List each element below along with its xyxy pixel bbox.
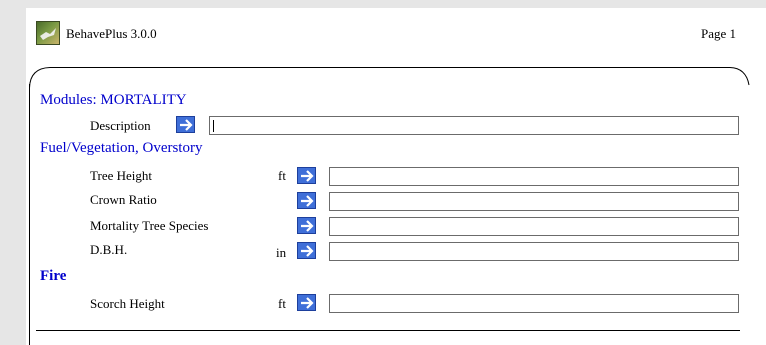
app-title: BehavePlus 3.0.0: [66, 26, 157, 41]
crown-ratio-input-button[interactable]: [297, 192, 316, 209]
dbh-input-button[interactable]: [297, 242, 316, 259]
page-frame: [29, 67, 750, 89]
scorch-height-units: ft: [278, 296, 286, 311]
scorch-height-input-button[interactable]: [297, 294, 316, 311]
mortality-tree-species-field[interactable]: [329, 217, 739, 236]
dbh-label: D.B.H.: [90, 242, 128, 257]
tree-height-units: ft: [278, 168, 286, 183]
description-field[interactable]: [209, 116, 739, 135]
tree-height-input-button[interactable]: [297, 167, 316, 184]
arrow-right-icon: [301, 195, 314, 207]
crown-ratio-label: Crown Ratio: [90, 192, 157, 207]
behaveplus-logo-icon: [36, 21, 60, 45]
section-fire: Fire: [40, 268, 67, 284]
arrow-right-icon: [180, 119, 193, 131]
arrow-right-icon: [301, 170, 314, 182]
mortality-tree-species-input-button[interactable]: [297, 217, 316, 234]
section-modules: Modules: MORTALITY: [40, 92, 187, 108]
crown-ratio-field[interactable]: [329, 192, 739, 211]
description-input-button[interactable]: [176, 116, 195, 133]
mortality-tree-species-label: Mortality Tree Species: [90, 218, 209, 233]
dbh-field[interactable]: [329, 242, 739, 261]
arrow-right-icon: [301, 245, 314, 257]
page-frame-left: [29, 84, 30, 345]
worksheet-page: BehavePlus 3.0.0 Page 1 Modules: MORTALI…: [26, 8, 766, 345]
description-label: Description: [90, 118, 151, 133]
arrow-right-icon: [301, 297, 314, 309]
tree-height-field[interactable]: [329, 167, 739, 186]
scorch-height-field[interactable]: [329, 294, 739, 313]
section-divider: [36, 330, 740, 331]
scorch-height-label: Scorch Height: [90, 296, 165, 311]
tree-height-label: Tree Height: [90, 168, 152, 183]
section-fuel-vegetation-overstory: Fuel/Vegetation, Overstory: [40, 140, 203, 156]
dbh-units: in: [276, 245, 287, 260]
page-number: Page 1: [700, 26, 736, 41]
text-cursor: [213, 120, 214, 132]
arrow-right-icon: [301, 220, 314, 232]
